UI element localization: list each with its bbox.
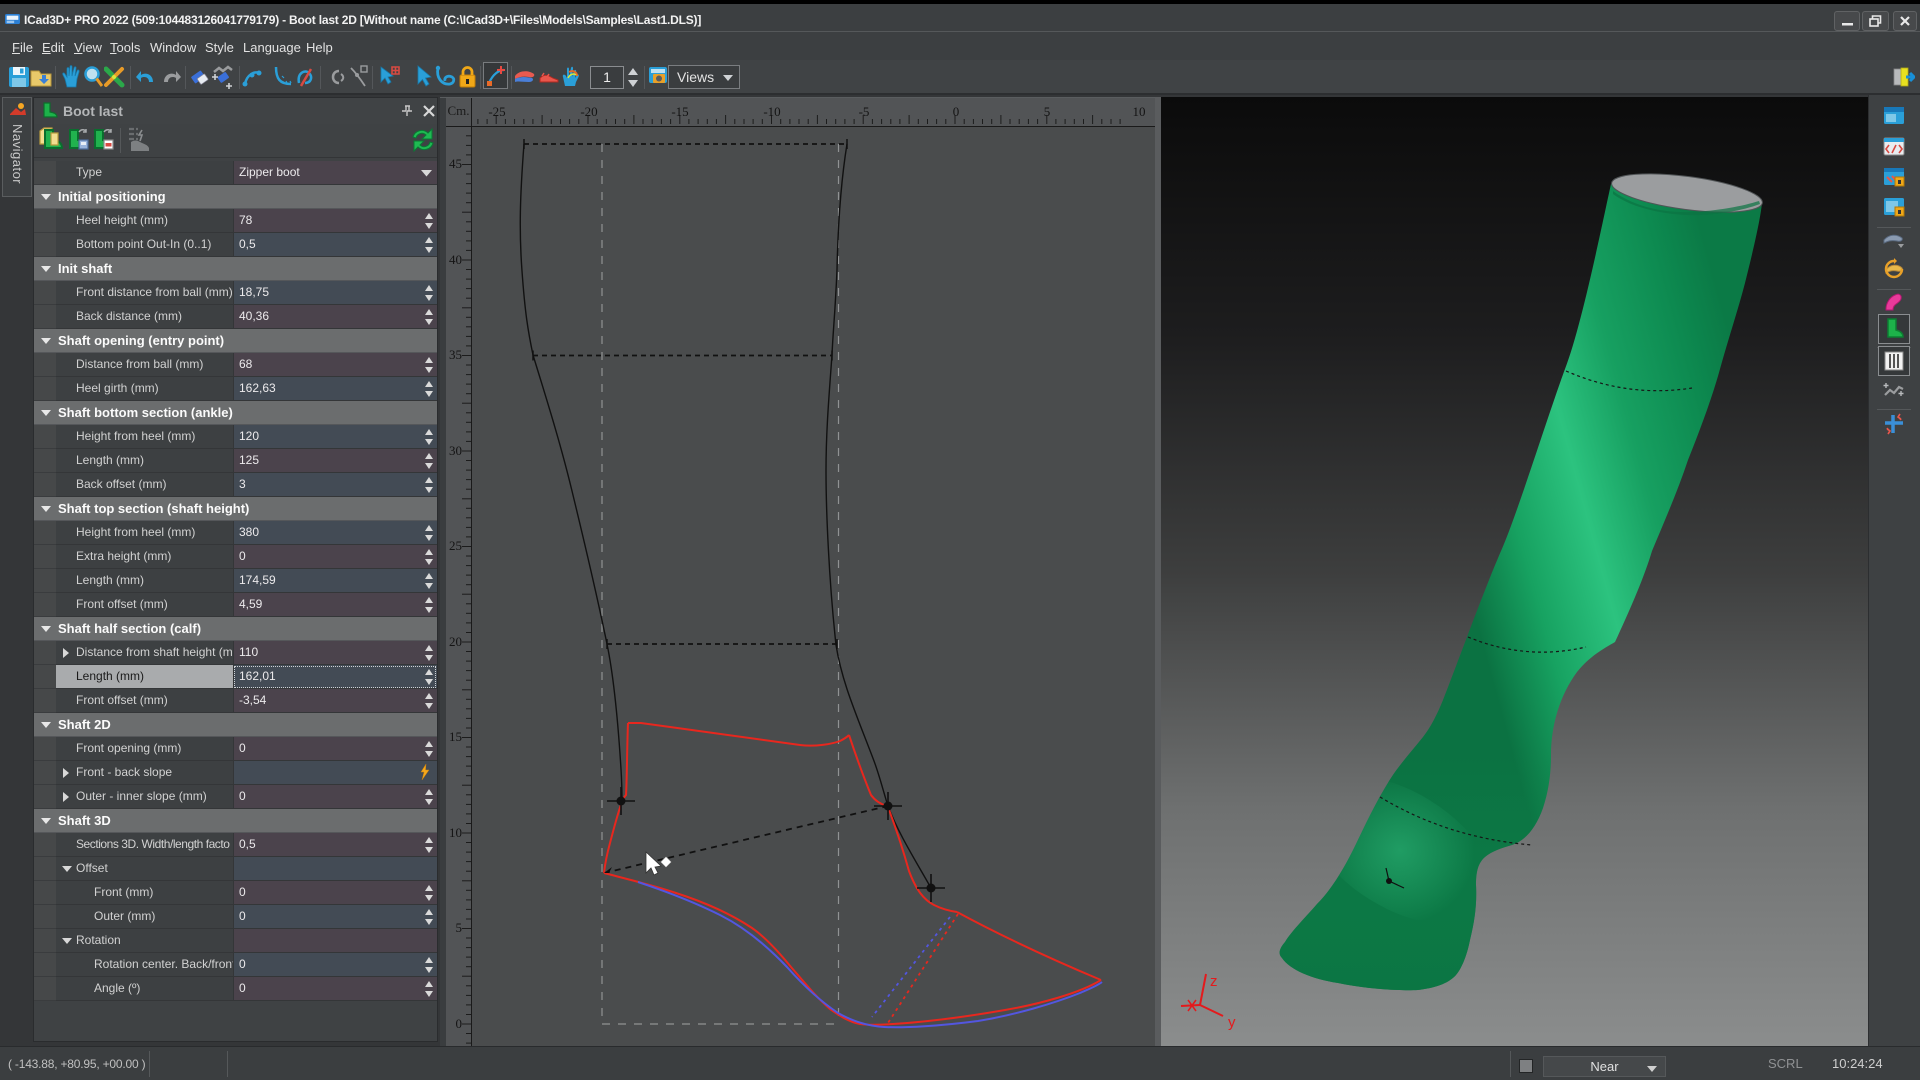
svg-text:y: y (1228, 1014, 1236, 1031)
svg-text:z: z (1210, 973, 1218, 990)
